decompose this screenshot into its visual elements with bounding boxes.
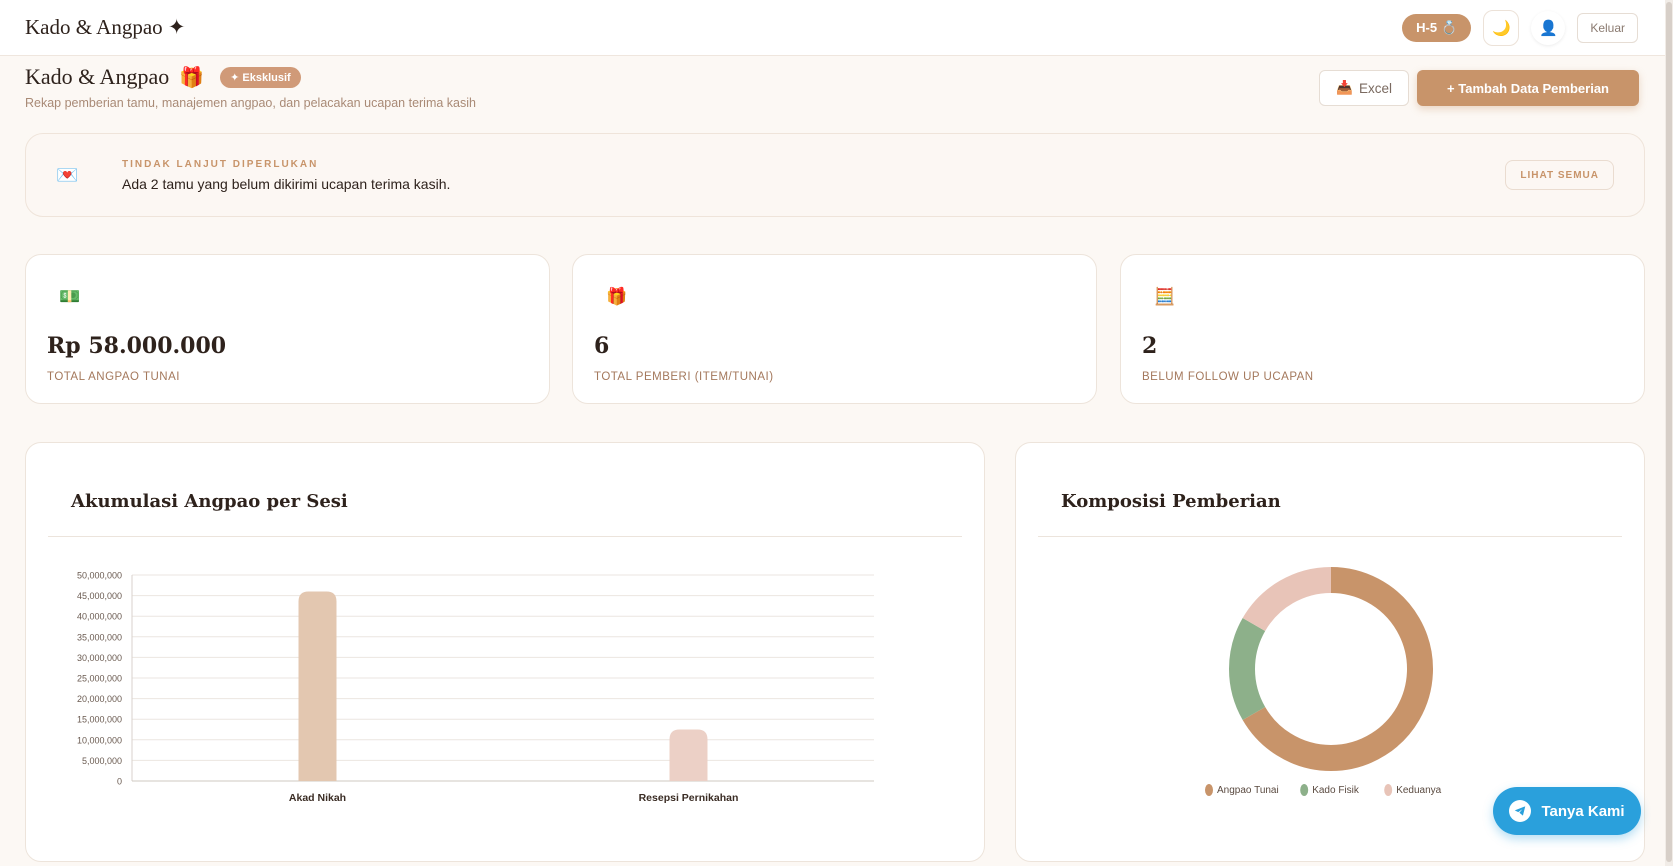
- alert-message: Ada 2 tamu yang belum dikirimi ucapan te…: [122, 175, 451, 192]
- legend-label[interactable]: Keduanya: [1396, 785, 1441, 796]
- scrollbar-thumb[interactable]: [1666, 2, 1672, 862]
- y-tick-label: 15,000,000: [77, 715, 122, 725]
- countdown-text: H-5: [1416, 20, 1438, 35]
- stat-label: TOTAL ANGPAO TUNAI: [47, 371, 180, 383]
- gift-icon: 🎁: [179, 66, 205, 89]
- bar[interactable]: [298, 591, 337, 781]
- legend-label[interactable]: Kado Fisik: [1312, 785, 1360, 796]
- donut-slice[interactable]: [1242, 567, 1332, 632]
- stat-value: 2: [1142, 333, 1158, 359]
- x-tick-label: Resepsi Pernikahan: [639, 792, 739, 804]
- alert-kicker: TINDAK LANJUT DIPERLUKAN: [122, 158, 319, 170]
- love-letter-icon: 💌: [56, 164, 79, 185]
- header-actions: 📥 Excel + Tambah Data Pemberian: [1319, 70, 1639, 106]
- abacus-icon: 🧮: [1154, 287, 1176, 306]
- y-tick-label: 45,000,000: [77, 591, 122, 601]
- ring-icon: 💍: [1441, 19, 1458, 35]
- stat-value: Rp 58.000.000: [47, 333, 227, 359]
- exclusive-badge: ✦ Eksklusif: [220, 66, 301, 88]
- donut-slice[interactable]: [1229, 618, 1266, 720]
- x-tick-label: Akad Nikah: [289, 792, 346, 804]
- y-tick-label: 25,000,000: [77, 674, 122, 684]
- top-bar: Kado & Angpao ✦ H-5 💍 🌙 👤 Keluar: [0, 0, 1673, 56]
- gift-icon: 🎁: [606, 287, 628, 306]
- profile-button[interactable]: 👤: [1531, 10, 1566, 45]
- theme-toggle-button[interactable]: 🌙: [1483, 9, 1520, 46]
- brand-logo[interactable]: Kado & Angpao ✦: [25, 15, 186, 40]
- y-tick-label: 35,000,000: [77, 632, 122, 642]
- legend-swatch: [1300, 784, 1309, 796]
- topbar-actions: H-5 💍 🌙 👤 Keluar: [1402, 9, 1638, 46]
- ask-us-button[interactable]: Tanya Kami: [1493, 787, 1641, 835]
- y-tick-label: 40,000,000: [77, 612, 122, 622]
- stat-card-pending-followup: 🧮 2 BELUM FOLLOW UP UCAPAN: [1120, 254, 1645, 404]
- ask-us-label: Tanya Kami: [1541, 802, 1625, 820]
- see-all-button[interactable]: LIHAT SEMUA: [1505, 160, 1614, 190]
- page-header: Kado & Angpao 🎁 ✦ Eksklusif Rekap pember…: [25, 64, 476, 110]
- bar-chart: 0 5,000,000 10,000,000 15,000,000 20,000,000…: [77, 571, 874, 804]
- moon-icon: 🌙: [1491, 19, 1511, 37]
- y-tick-label: 10,000,000: [77, 735, 122, 745]
- download-icon: 📥: [1336, 80, 1354, 95]
- export-excel-label: Excel: [1359, 80, 1393, 96]
- add-gift-button[interactable]: + Tambah Data Pemberian: [1417, 70, 1639, 106]
- followup-alert: 💌 TINDAK LANJUT DIPERLUKAN Ada 2 tamu ya…: [25, 133, 1645, 217]
- legend-swatch: [1205, 784, 1213, 796]
- logout-button[interactable]: Keluar: [1577, 12, 1638, 43]
- countdown-badge: H-5 💍: [1402, 13, 1472, 42]
- stat-label: TOTAL PEMBERI (ITEM/TUNAI): [594, 371, 774, 383]
- y-tick-label: 30,000,000: [77, 653, 122, 663]
- legend-swatch: [1384, 784, 1393, 796]
- telegram-icon: [1509, 800, 1532, 822]
- y-tick-label: 50,000,000: [77, 571, 122, 581]
- page-subtitle: Rekap pemberian tamu, manajemen angpao, …: [25, 96, 476, 110]
- y-tick-label: 20,000,000: [77, 694, 122, 704]
- legend-label[interactable]: Angpao Tunai: [1217, 785, 1279, 796]
- bar-chart-panel: Akumulasi Angpao per Sesi 0 5,000,000 10,0…: [25, 442, 985, 862]
- y-tick-label: 5,000,000: [82, 756, 122, 766]
- user-icon: 👤: [1538, 19, 1558, 37]
- page-title: Kado & Angpao: [25, 64, 170, 89]
- export-excel-button[interactable]: 📥 Excel: [1319, 70, 1410, 106]
- cash-icon: 💵: [59, 287, 81, 306]
- stat-card-total-cash: 💵 Rp 58.000.000 TOTAL ANGPAO TUNAI: [25, 254, 550, 404]
- bar[interactable]: [669, 729, 708, 782]
- stat-card-total-givers: 🎁 6 TOTAL PEMBERI (ITEM/TUNAI): [572, 254, 1097, 404]
- stat-label: BELUM FOLLOW UP UCAPAN: [1142, 371, 1314, 383]
- y-tick-label: 0: [117, 777, 122, 787]
- stat-value: 6: [594, 333, 610, 359]
